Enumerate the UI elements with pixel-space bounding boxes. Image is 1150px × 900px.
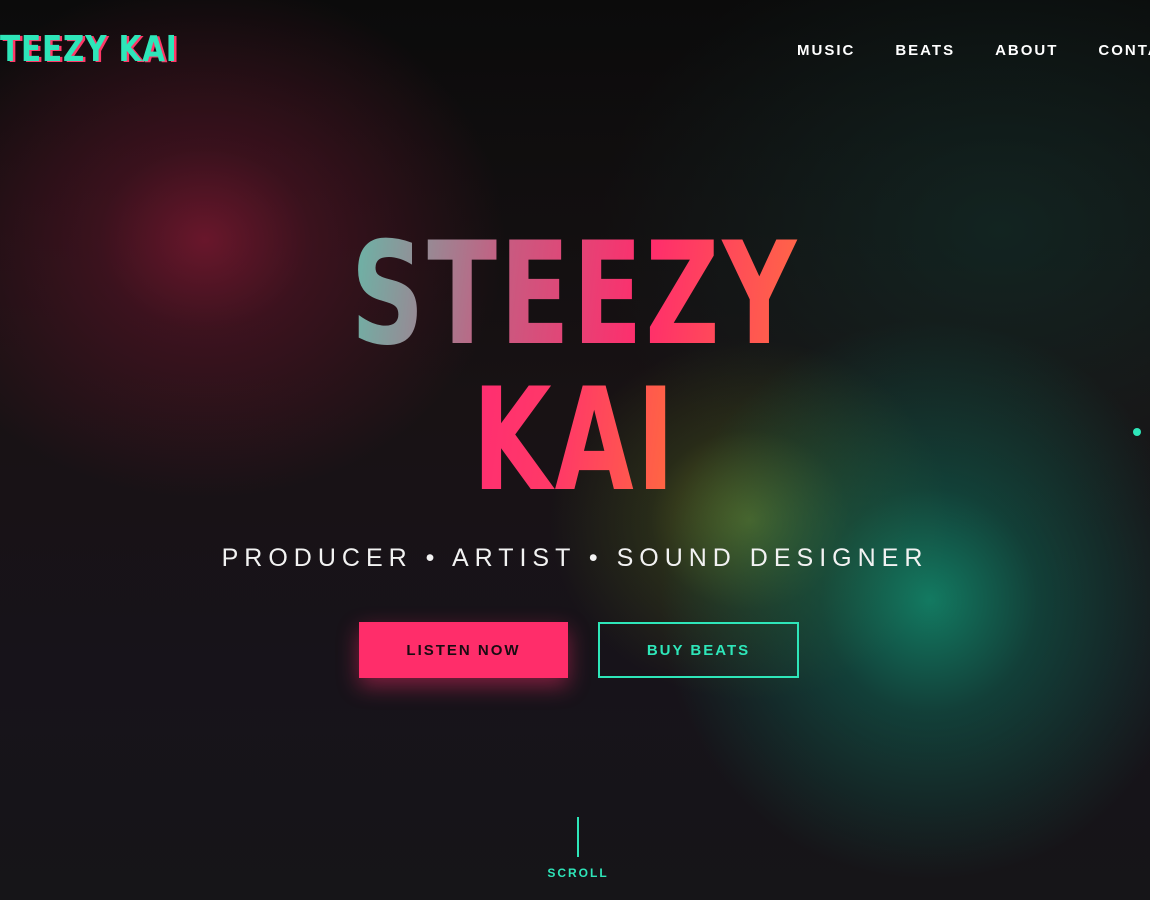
nav-item-beats[interactable]: BEATS xyxy=(895,42,955,59)
nav-item-music[interactable]: MUSIC xyxy=(797,42,855,59)
site-logo[interactable]: TEEZY KAI xyxy=(0,30,178,70)
hero-page: TEEZY KAI MUSIC BEATS ABOUT CONTA STEEZY… xyxy=(0,0,1150,900)
nav-item-about[interactable]: ABOUT xyxy=(995,42,1058,59)
nav-item-contact[interactable]: CONTA xyxy=(1098,42,1150,59)
hero-title: STEEZY KAI xyxy=(0,222,1150,514)
hero-title-line-2: KAI xyxy=(472,358,678,523)
listen-now-button[interactable]: LISTEN NOW xyxy=(359,622,568,678)
buy-beats-button[interactable]: BUY BEATS xyxy=(598,622,799,678)
hero-subtitle: PRODUCER • ARTIST • SOUND DESIGNER xyxy=(221,544,929,572)
hero-title-line-1: STEEZY xyxy=(350,212,800,377)
main-nav: MUSIC BEATS ABOUT CONTA xyxy=(797,42,1150,59)
scroll-line-icon xyxy=(577,817,579,857)
scroll-label[interactable]: SCROLL xyxy=(0,866,1150,880)
